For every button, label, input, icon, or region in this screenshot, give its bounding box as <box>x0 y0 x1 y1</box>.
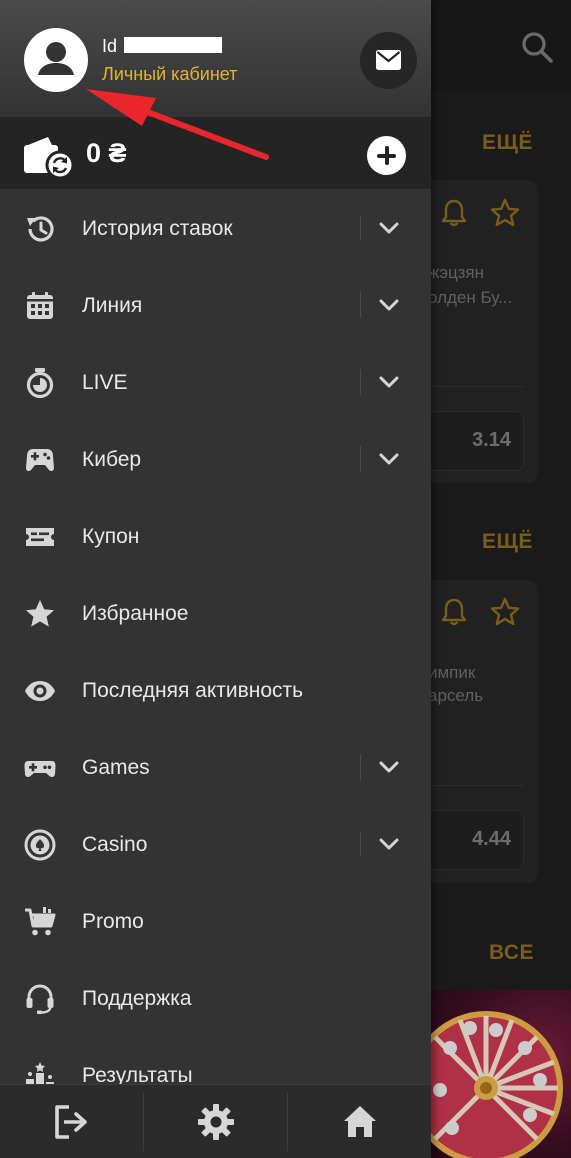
shopping-cart-icon <box>25 907 56 936</box>
personal-cabinet-link[interactable]: Личный кабинет <box>102 64 237 85</box>
divider <box>360 369 361 395</box>
divider <box>360 292 361 318</box>
divider <box>360 831 361 857</box>
menu-item-support[interactable]: Поддержка <box>0 960 431 1037</box>
eye-icon <box>25 681 55 701</box>
menu-item-bet-history[interactable]: История ставок <box>0 190 431 267</box>
menu-item-label: LIVE <box>82 371 128 394</box>
user-id-label: Id <box>102 36 118 56</box>
menu-item-live[interactable]: LIVE <box>0 344 431 421</box>
menu-item-line[interactable]: Линия <box>0 267 431 344</box>
wallet-refresh-icon[interactable] <box>22 135 76 179</box>
chevron-down-icon[interactable] <box>378 218 400 238</box>
menu-item-label: Последняя активность <box>82 679 304 702</box>
menu-item-promo[interactable]: Promo <box>0 883 431 960</box>
chevron-down-icon[interactable] <box>378 757 400 777</box>
gamepad-icon <box>26 449 54 472</box>
deposit-button[interactable] <box>367 136 406 175</box>
menu-item-coupon[interactable]: Купон <box>0 498 431 575</box>
menu-item-favorites[interactable]: Избранное <box>0 575 431 652</box>
star-icon <box>26 600 54 627</box>
menu-item-label: Кибер <box>82 448 142 471</box>
chevron-down-icon[interactable] <box>378 295 400 315</box>
user-id-redacted <box>124 37 222 53</box>
chevron-down-icon[interactable] <box>378 449 400 469</box>
menu-item-label: Поддержка <box>82 987 192 1010</box>
casino-chip-icon <box>24 829 56 861</box>
headset-icon <box>26 984 54 1014</box>
menu-item-casino[interactable]: Casino <box>0 806 431 883</box>
balance-amount: 0 ₴ <box>86 138 127 168</box>
divider <box>360 754 361 780</box>
history-icon <box>27 216 54 242</box>
profile-header: Id Личный кабинет <box>0 0 431 117</box>
menu-item-label: Games <box>82 756 150 779</box>
gamepad-icon <box>24 761 56 778</box>
user-avatar-icon[interactable] <box>24 28 88 92</box>
menu-item-label: Casino <box>82 833 148 856</box>
menu-item-recent-activity[interactable]: Последняя активность <box>0 652 431 729</box>
menu-item-label: Купон <box>82 525 140 548</box>
balance-bar: 0 ₴ <box>0 117 431 189</box>
chevron-down-icon[interactable] <box>378 834 400 854</box>
menu-item-label: Promo <box>82 910 144 933</box>
menu-item-games[interactable]: Games <box>0 729 431 806</box>
divider <box>360 215 361 241</box>
chevron-down-icon[interactable] <box>378 372 400 392</box>
logout-icon <box>55 1105 87 1139</box>
stopwatch-icon <box>26 368 54 399</box>
calendar-icon <box>27 292 53 319</box>
logout-button[interactable] <box>0 1085 143 1158</box>
coupon-icon <box>26 528 54 546</box>
settings-button[interactable] <box>144 1085 287 1158</box>
gear-icon <box>198 1104 234 1140</box>
navigation-drawer: Id Личный кабинет 0 ₴ История ставок Лин… <box>0 0 431 1158</box>
menu-item-cyber[interactable]: Кибер <box>0 421 431 498</box>
drawer-bottom-bar <box>0 1084 431 1158</box>
menu-item-label: Линия <box>82 294 143 317</box>
menu-item-label: История ставок <box>82 217 233 240</box>
home-button[interactable] <box>288 1085 431 1158</box>
envelope-icon <box>376 50 401 70</box>
home-icon <box>344 1106 376 1137</box>
menu-item-label: Избранное <box>82 602 189 625</box>
divider <box>360 446 361 472</box>
messages-button[interactable] <box>360 32 417 89</box>
